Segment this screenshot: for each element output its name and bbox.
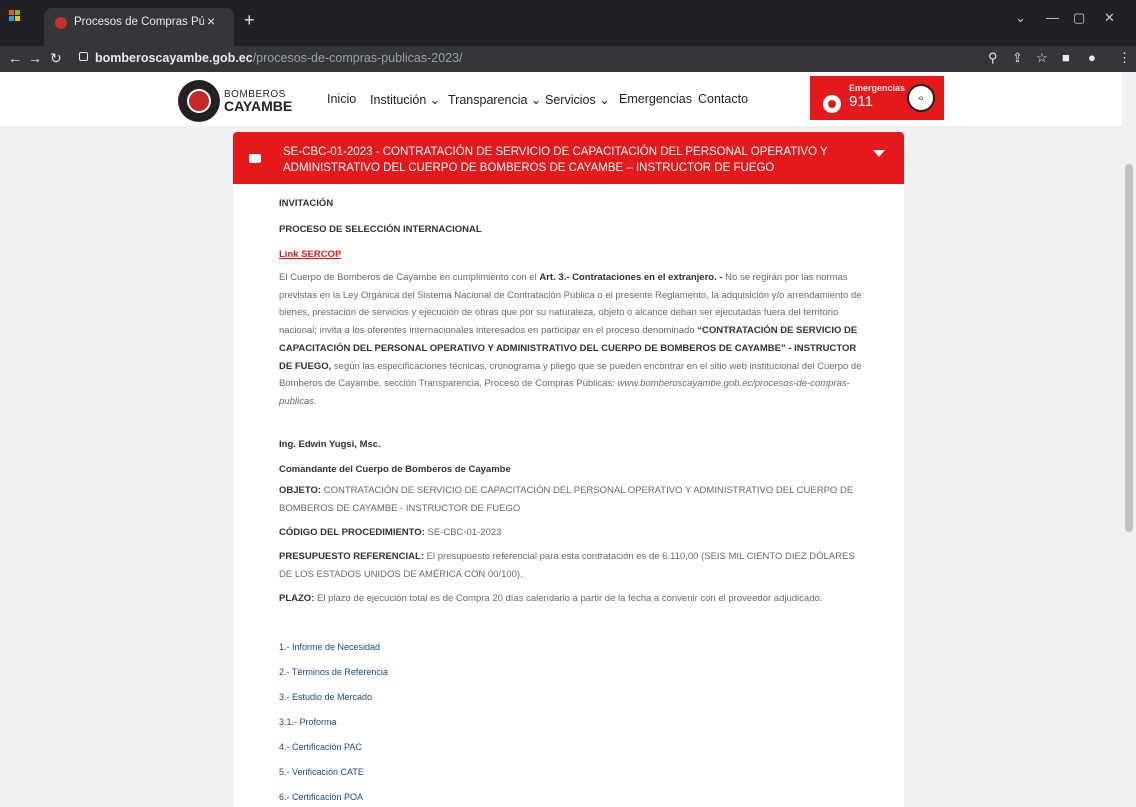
doc-link-certificacion-poa[interactable]: 6.- Certificación POA [279,792,363,802]
codigo-label: CÓDIGO DEL PROCEDIMIENTO: [279,527,425,538]
signer-name: Ing. Edwin Yugsi, Msc. [279,439,381,450]
para-article: Art. 3.- Contrataciones en el extranjero… [539,272,723,283]
objeto-text: CONTRATACIÓN DE SERVICIO DE CAPACITACIÓN… [279,485,854,514]
objeto-label: OBJETO: [279,485,322,496]
nav-item-transparencia[interactable]: Transparencia ⌄ [448,92,541,107]
objeto-line: OBJETO: CONTRATACIÓN DE SERVICIO DE CAPA… [279,482,869,517]
new-tab-button[interactable]: + [244,10,255,31]
browser-tab[interactable]: Procesos de Compras Públicas 20 × [44,8,234,46]
chevron-down-icon[interactable] [873,150,885,157]
nav-item-contacto[interactable]: Contacto [698,92,748,106]
favicon-icon [55,17,67,29]
url-host: bomberoscayambe.gob.ec [95,51,253,65]
share-icon[interactable]: ⇪ [1012,50,1023,66]
windows-logo-icon [9,10,21,22]
process-card: SE-CBC-01-2023 - CONTRATACIÓN DE SERVICI… [233,132,904,807]
codigo-line: CÓDIGO DEL PROCEDIMIENTO: SE-CBC-01-2023 [279,524,869,542]
doc-link-certificacion-pac[interactable]: 4.- Certificación PAC [279,742,362,752]
minimize-button[interactable]: — [1046,10,1059,25]
forward-icon[interactable]: → [28,50,42,66]
url-path: /procesos-de-compras-publicas-2023/ [252,51,463,65]
accordion-title: SE-CBC-01-2023 - CONTRATACIÓN DE SERVICI… [283,146,828,174]
tab-search-icon[interactable]: ⌄ [1015,10,1026,26]
browser-titlebar: Procesos de Compras Públicas 20 × + ⌄ — … [0,0,1136,46]
plazo-line: PLAZO: El plazo de ejecución total es de… [279,590,869,608]
browser-toolbar: ← → ↻ bomberoscayambe.gob.ec/procesos-de… [0,46,1136,72]
emergency-banner[interactable]: Emergencias 911 ∘ [810,76,944,120]
process-heading: PROCESO DE SELECCIÓN INTERNACIONAL [279,224,482,235]
side-panel-icon[interactable]: ■ [1062,50,1070,65]
profile-icon[interactable]: ● [1088,50,1096,65]
sercop-link[interactable]: Link SERCOP [279,249,341,260]
invitation-heading: INVITACIÓN [279,198,334,209]
signer-role: Comandante del Cuerpo de Bomberos de Cay… [279,464,511,475]
address-bar[interactable]: bomberoscayambe.gob.ec/procesos-de-compr… [95,51,463,65]
close-window-button[interactable]: ✕ [1104,10,1115,26]
accordion-header[interactable]: SE-CBC-01-2023 - CONTRATACIÓN DE SERVICI… [233,132,904,184]
nav-item-emergencias[interactable]: Emergencias [619,92,692,106]
page-viewport: BOMBEROS CAYAMBE Inicio Institución ⌄ Tr… [0,72,1122,807]
zoom-icon[interactable]: ⚲ [988,50,998,66]
maximize-button[interactable]: ▢ [1073,10,1085,26]
fire-department-logo-icon[interactable] [178,80,220,122]
tab-title: Procesos de Compras Públicas 20 [74,16,204,28]
emergency-number: 911 [849,93,873,110]
codigo-text: SE-CBC-01-2023 [424,527,502,538]
plazo-text: El plazo de ejecución total es de Compra… [314,593,823,604]
presupuesto-label: PRESUPUESTO REFERENCIAL: [279,551,424,562]
site-header: BOMBEROS CAYAMBE Inicio Institución ⌄ Tr… [0,72,1122,126]
tab-close-button[interactable]: × [207,13,215,29]
scrollbar-thumb[interactable] [1125,164,1133,532]
lifebuoy-icon [823,95,841,113]
plazo-label: PLAZO: [279,593,315,604]
menu-kebab-icon[interactable]: ⋮ [1118,50,1131,66]
folder-icon [249,154,261,163]
nav-item-inicio[interactable]: Inicio [327,92,356,106]
logo-text-bottom[interactable]: CAYAMBE [224,98,292,114]
lock-icon[interactable] [79,52,88,61]
doc-link-terminos-referencia[interactable]: 2.- Términos de Referencia [279,667,388,677]
reload-icon[interactable]: ↻ [50,50,62,67]
doc-link-proforma[interactable]: 3.1.- Proforma [279,717,337,727]
back-icon[interactable]: ← [8,50,22,66]
nav-item-servicios[interactable]: Servicios ⌄ [545,92,610,107]
presupuesto-line: PRESUPUESTO REFERENCIAL: El presupuesto … [279,548,869,583]
doc-link-estudio-mercado[interactable]: 3.- Estudio de Mercado [279,692,372,702]
emergency-label: Emergencias [849,83,906,93]
doc-link-informe-necesidad[interactable]: 1.- Informe de Necesidad [279,642,380,652]
share-circle-icon[interactable]: ∘ [907,84,935,112]
para-text-pre: El Cuerpo de Bomberos de Cayambe en cump… [279,272,540,283]
invitation-paragraph: El Cuerpo de Bomberos de Cayambe en cump… [279,269,869,411]
bookmark-star-icon[interactable]: ☆ [1036,50,1048,66]
doc-link-verificacion-cate[interactable]: 5.- Verificación CATE [279,767,364,777]
page-scrollbar[interactable] [1122,72,1136,807]
nav-item-institucion[interactable]: Institución ⌄ [370,92,440,107]
